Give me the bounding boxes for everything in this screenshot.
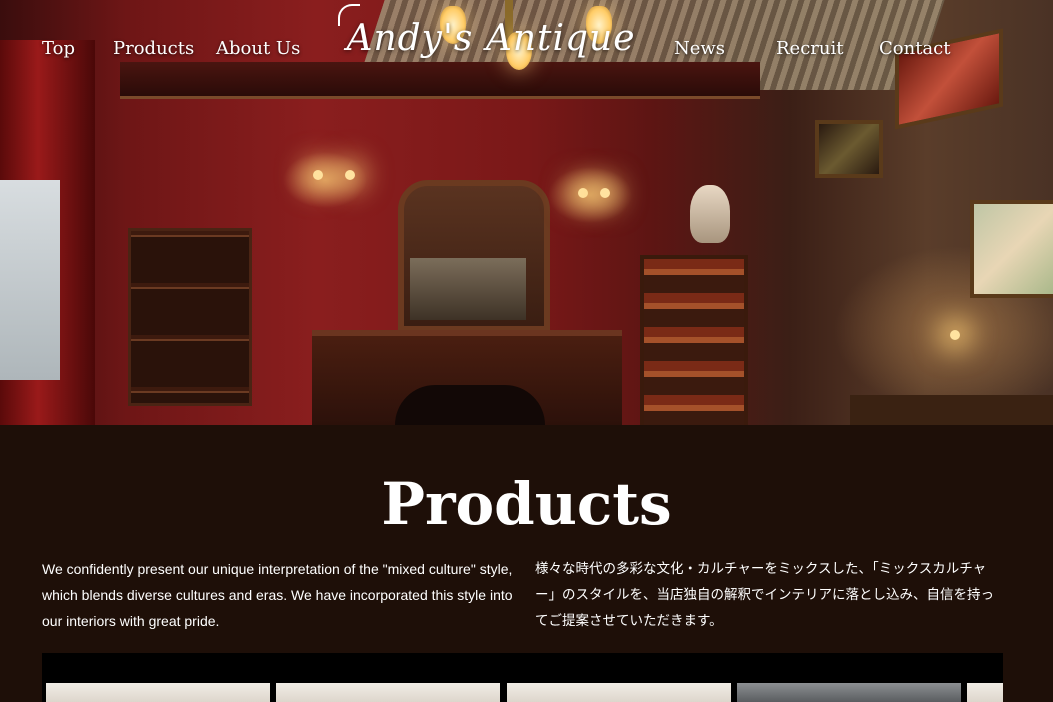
nav-products[interactable]: Products <box>113 38 194 59</box>
nav-contact[interactable]: Contact <box>879 38 950 59</box>
wall-sconce-light <box>600 188 610 198</box>
lamp-light <box>950 330 960 340</box>
description-english: We confidently present our unique interp… <box>42 561 513 629</box>
product-thumbnail[interactable] <box>967 683 1003 702</box>
description-japanese: 様々な時代の多彩な文化・カルチャーをミックスした、「ミックスカルチャー」のスタイ… <box>535 561 994 629</box>
section-title: Products <box>381 470 672 538</box>
bookcase <box>640 255 748 425</box>
window <box>0 180 60 380</box>
bust-statue <box>690 185 730 243</box>
mirror-glass <box>410 258 526 320</box>
fireplace <box>395 385 545 425</box>
wall-sconce-light <box>578 188 588 198</box>
wall-sconce-light <box>313 170 323 180</box>
nav-recruit[interactable]: Recruit <box>776 38 843 59</box>
curio-shelf <box>128 228 252 406</box>
wall-sconce-light <box>345 170 355 180</box>
cornice <box>120 62 760 99</box>
desk <box>850 395 1053 425</box>
stained-glass-window <box>970 200 1053 298</box>
product-thumbnail[interactable] <box>507 683 731 702</box>
product-thumbnail[interactable] <box>276 683 500 702</box>
nav-top[interactable]: Top <box>42 38 75 59</box>
nav-about-us[interactable]: About Us <box>216 38 300 59</box>
hero-image <box>0 0 1053 425</box>
product-gallery <box>42 653 1003 702</box>
brand-logo[interactable]: Andy's Antique <box>335 18 647 62</box>
product-thumbnail[interactable] <box>46 683 270 702</box>
nav-news[interactable]: News <box>674 38 725 59</box>
stained-glass-window <box>815 120 883 178</box>
product-thumbnail[interactable] <box>737 683 961 702</box>
